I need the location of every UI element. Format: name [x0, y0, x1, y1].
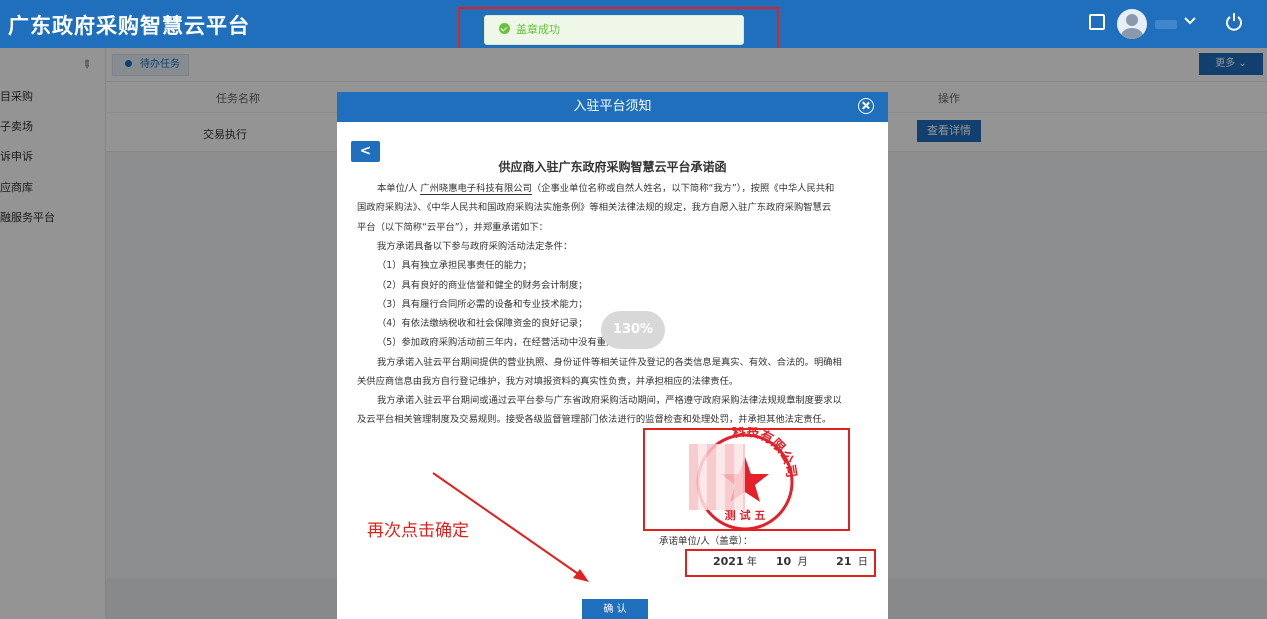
annotation-arrow — [432, 472, 589, 582]
